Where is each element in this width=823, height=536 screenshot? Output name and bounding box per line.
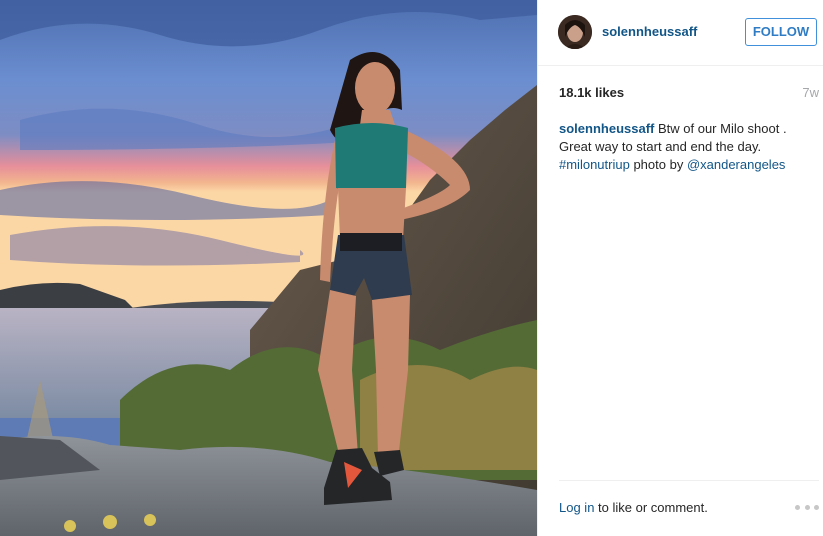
caption-mention[interactable]: @xanderangeles (687, 157, 785, 172)
post-meta: 18.1k likes 7w (559, 85, 819, 103)
login-prompt-text: to like or comment. (594, 500, 708, 515)
more-options-icon[interactable] (795, 499, 819, 515)
caption-hashtag[interactable]: #milonutriup (559, 157, 630, 172)
login-link[interactable]: Log in (559, 500, 594, 515)
login-prompt: Log in to like or comment. (559, 500, 708, 515)
profile-avatar[interactable] (558, 15, 592, 49)
more-dot (804, 504, 810, 510)
post-sidebar: solennheussaff FOLLOW 18.1k likes 7w sol… (537, 0, 823, 536)
avatar-image (558, 15, 592, 49)
post-photo-image (0, 0, 537, 536)
post-username[interactable]: solennheussaff (602, 24, 697, 39)
post-header: solennheussaff FOLLOW (538, 0, 823, 66)
more-dot (795, 504, 800, 510)
post-footer: Log in to like or comment. (559, 480, 819, 536)
more-dot (814, 504, 819, 510)
post-photo[interactable] (0, 0, 537, 536)
post-caption: solennheussaff Btw of our Milo shoot . G… (559, 120, 811, 174)
caption-username[interactable]: solennheussaff (559, 121, 654, 136)
caption-middle-text: photo by (629, 157, 687, 172)
post-age[interactable]: 7w (802, 85, 819, 100)
follow-button[interactable]: FOLLOW (745, 18, 817, 46)
likes-count[interactable]: 18.1k likes (559, 85, 624, 100)
